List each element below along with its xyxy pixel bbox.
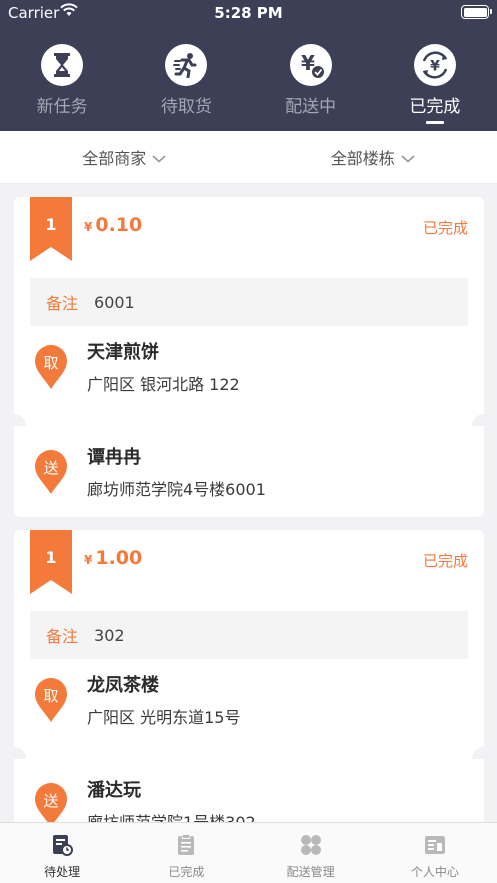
order-status-tabs: 新任务 待取货 ¥ 配送中 ¥ 已完成 (0, 44, 497, 131)
tab-label: 待取货 (160, 97, 212, 117)
remark-value: 6001 (94, 292, 135, 312)
yen-cycle-icon: ¥ (413, 44, 456, 86)
order-list: 1 ¥0.10 已完成 备注 6001 取 天津煎饼 广阳区 银河北路 122 … (0, 184, 497, 822)
nav-delivery-management[interactable]: 配送管理 (249, 823, 373, 883)
tab-delivering[interactable]: ¥ 配送中 (249, 44, 373, 131)
active-tab-indicator (425, 121, 444, 124)
customer-address: 廊坊师范学院4号楼6001 (87, 480, 266, 499)
merchant-filter-dropdown[interactable]: 全部商家 (0, 131, 249, 183)
merchant-address: 广阳区 光明东道15号 (87, 708, 241, 727)
remark-value: 302 (94, 625, 125, 645)
order-card-bottom: 送 潘达玩 廊坊师范学院1号楼302 (14, 759, 484, 822)
tab-new-task[interactable]: 新任务 (0, 44, 124, 131)
merchant-filter-label: 全部商家 (82, 149, 147, 168)
order-card-top: 1 ¥1.00 已完成 备注 302 取 龙凤茶楼 广阳区 光明东道15号 (14, 530, 484, 759)
tab-awaiting-pickup[interactable]: 待取货 (124, 44, 248, 131)
chevron-down-icon (401, 148, 415, 167)
order-remark: 备注 302 (30, 611, 468, 659)
merchant-address: 广阳区 银河北路 122 (87, 375, 240, 394)
pending-doc-icon (51, 834, 74, 860)
order-remark: 备注 6001 (30, 278, 468, 326)
hourglass-icon (41, 44, 84, 86)
delivery-pin-icon: 送 (34, 449, 68, 495)
order-index-ribbon: 1 (30, 530, 72, 594)
customer-name: 谭冉冉 (87, 447, 141, 468)
nav-label: 已完成 (168, 865, 205, 879)
pickup-pin-icon: 取 (34, 344, 68, 390)
runner-icon (165, 44, 208, 86)
chevron-down-icon (152, 148, 166, 167)
order-card-top: 1 ¥0.10 已完成 备注 6001 取 天津煎饼 广阳区 银河北路 122 (14, 197, 484, 426)
merchant-name: 天津煎饼 (87, 342, 159, 363)
clipboard-icon (175, 834, 197, 860)
nav-profile[interactable]: 个人中心 (373, 823, 497, 883)
order-index-ribbon: 1 (30, 197, 72, 261)
order-card-bottom: 送 谭冉冉 廊坊师范学院4号楼6001 (14, 426, 484, 517)
status-bar: Carrier 5:28 PM (0, 0, 497, 26)
tab-label: 已完成 (409, 97, 461, 117)
delivery-pin-icon: 送 (34, 782, 68, 822)
customer-address: 廊坊师范学院1号楼302 (87, 809, 256, 822)
id-card-icon (424, 834, 446, 860)
nav-label: 待处理 (44, 865, 81, 879)
building-filter-dropdown[interactable]: 全部楼栋 (249, 131, 497, 183)
order-status: 已完成 (422, 219, 468, 237)
bottom-tab-bar: 待处理 已完成 配送管理 个人中心 (0, 822, 497, 883)
grid-icon (300, 834, 322, 860)
order-card[interactable]: 1 ¥1.00 已完成 备注 302 取 龙凤茶楼 广阳区 光明东道15号 送 (2, 530, 496, 822)
svg-text:¥: ¥ (430, 59, 440, 75)
order-index: 1 (45, 548, 57, 567)
customer-name: 潘达玩 (87, 780, 141, 801)
yen-check-icon: ¥ (289, 44, 332, 86)
tab-indicator (53, 121, 71, 124)
battery-icon (461, 5, 492, 19)
building-filter-label: 全部楼栋 (330, 149, 395, 168)
nav-completed[interactable]: 已完成 (124, 823, 248, 883)
order-price: ¥0.10 (84, 214, 143, 236)
remark-label: 备注 (46, 627, 79, 646)
nav-label: 个人中心 (410, 865, 459, 879)
order-status: 已完成 (422, 552, 468, 570)
clock: 5:28 PM (214, 4, 283, 22)
order-card[interactable]: 1 ¥0.10 已完成 备注 6001 取 天津煎饼 广阳区 银河北路 122 … (2, 197, 496, 517)
tab-label: 新任务 (36, 97, 88, 117)
header: Carrier 5:28 PM 新任务 待取货 ¥ 配送中 ¥ 已完成 (0, 0, 497, 131)
remark-label: 备注 (46, 294, 79, 313)
tab-indicator (302, 121, 320, 124)
tab-indicator (177, 121, 195, 124)
order-index: 1 (45, 215, 57, 234)
tab-label: 配送中 (285, 97, 337, 117)
filter-bar: 全部商家 全部楼栋 (0, 131, 497, 184)
order-price: ¥1.00 (84, 547, 143, 569)
merchant-name: 龙凤茶楼 (87, 675, 159, 696)
pickup-pin-icon: 取 (34, 677, 68, 723)
tab-completed[interactable]: ¥ 已完成 (373, 44, 497, 131)
nav-pending[interactable]: 待处理 (0, 823, 124, 883)
nav-label: 配送管理 (286, 865, 335, 879)
